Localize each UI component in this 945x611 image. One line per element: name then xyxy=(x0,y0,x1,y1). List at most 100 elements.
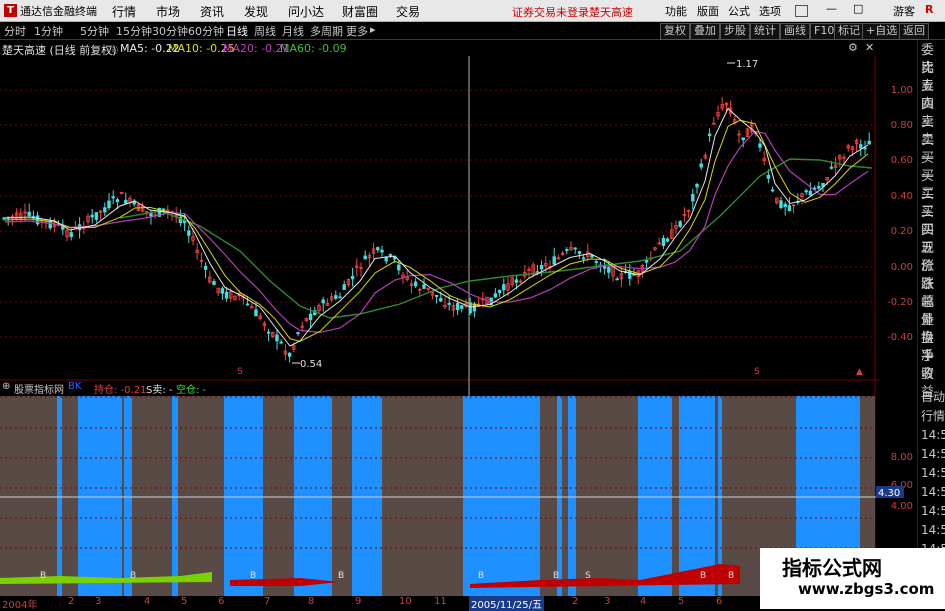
period-tab-weekly[interactable]: 周线 xyxy=(254,23,276,39)
statistics-button[interactable]: 统计 xyxy=(750,23,780,40)
chevron-right-icon[interactable]: ▸ xyxy=(370,23,376,36)
sell-value: S卖: - xyxy=(146,385,173,396)
signal-letter: B xyxy=(130,571,136,581)
mark-button[interactable]: 标记 xyxy=(834,23,864,40)
event-marker-triangle[interactable]: ▲ xyxy=(856,367,863,377)
time-label[interactable]: 14:50 xyxy=(921,502,945,520)
menu-options[interactable]: 选项 xyxy=(759,3,781,19)
candle-body xyxy=(388,254,393,256)
menu-function[interactable]: 功能 xyxy=(665,3,687,19)
date-label: 2 xyxy=(572,596,579,607)
candle-body xyxy=(161,208,166,211)
axis-label: -0.20 xyxy=(887,297,913,308)
candle-body xyxy=(376,247,380,251)
chart-info-bar: 楚天高速 (日线 前复权) ⓘ MA5: -0.22 MA10: -0.25 M… xyxy=(0,40,880,57)
candle-body xyxy=(758,143,762,148)
overlay-button[interactable]: 叠加 xyxy=(690,23,720,40)
candle-body xyxy=(779,200,783,209)
candle-body xyxy=(363,255,367,260)
guest-label[interactable]: 游客 xyxy=(893,3,915,19)
time-label[interactable]: 14:50 xyxy=(921,521,945,539)
candle-body xyxy=(212,281,216,286)
event-marker-s-2[interactable]: S xyxy=(754,367,760,377)
menu-quotes[interactable]: 行情 xyxy=(112,3,136,20)
menu-layout[interactable]: 版面 xyxy=(697,3,719,19)
menu-news[interactable]: 资讯 xyxy=(200,3,224,20)
period-toolbar: 分时 1分钟 5分钟 15分钟 30分钟 60分钟 日线 周线 月线 多周期 更… xyxy=(0,22,945,40)
draw-button[interactable]: 画线 xyxy=(780,23,810,40)
time-label[interactable]: 14:50 xyxy=(921,483,945,501)
candle-body xyxy=(338,296,342,299)
window-mode-icon[interactable] xyxy=(795,5,808,17)
settings-gear-icon[interactable]: ⚙ xyxy=(848,41,858,54)
candle-body xyxy=(859,144,863,149)
candle-body xyxy=(149,212,153,217)
period-tab-30min[interactable]: 30分钟 xyxy=(152,23,188,39)
expand-icon[interactable]: ⊕ xyxy=(2,381,10,392)
r-badge-icon[interactable]: R xyxy=(925,3,933,16)
candle-body xyxy=(124,199,128,204)
maximize-icon[interactable]: □ xyxy=(853,2,863,15)
period-tab-1min[interactable]: 1分钟 xyxy=(34,23,63,39)
buy-band xyxy=(57,396,62,596)
time-label[interactable]: 14:50 xyxy=(921,464,945,482)
signal-letter: S xyxy=(585,571,591,581)
add-favorite-button[interactable]: +自选 xyxy=(862,23,902,40)
signal-letter: B xyxy=(728,571,734,581)
axis-label: 8.00 xyxy=(891,452,913,463)
period-tab-5min[interactable]: 5分钟 xyxy=(80,23,109,39)
candle-body xyxy=(695,184,699,188)
sync-button[interactable]: 步股 xyxy=(720,23,750,40)
kline-chart[interactable]: 1.17 0.54 S S ▲ 1.00 0.80 0.60 0.40 0.20… xyxy=(0,56,917,596)
candle-body xyxy=(434,294,439,297)
menu-trade[interactable]: 交易 xyxy=(396,3,420,20)
menu-market[interactable]: 市场 xyxy=(156,3,180,20)
candle-body xyxy=(275,334,279,342)
menu-ask[interactable]: 问小达 xyxy=(288,3,324,20)
info-circle-icon[interactable]: ⓘ xyxy=(108,42,118,57)
watermark-url: www.zbgs3.com xyxy=(798,580,935,598)
period-tab-daily[interactable]: 日线 xyxy=(226,23,248,39)
quote-side-panel: 委比 卖五 卖四 卖三 卖二 卖一 买一 买二 买三 买四 买五 现价 涨跌 涨幅 总量 外盘 换手 净资 收益 自动… xyxy=(917,40,945,609)
menu-formula[interactable]: 公式 xyxy=(728,3,750,19)
close-icon[interactable]: ✕ xyxy=(865,41,874,54)
event-marker-s[interactable]: S xyxy=(237,367,243,377)
axis-label: 0.80 xyxy=(891,120,913,131)
candle-body xyxy=(863,147,867,150)
empty-value: 空仓: - xyxy=(176,385,207,396)
date-label: 8 xyxy=(308,596,315,607)
candle-body xyxy=(413,281,418,287)
trade-login-link[interactable]: 证券交易未登录 xyxy=(512,4,589,20)
menu-wealth[interactable]: 财富圈 xyxy=(342,3,378,20)
minimize-icon[interactable]: — xyxy=(826,2,837,15)
stock-name-link[interactable]: 楚天高速 xyxy=(589,4,633,20)
candle-body xyxy=(220,288,225,294)
period-tab-multi[interactable]: 多周期 xyxy=(310,23,343,39)
candle-body xyxy=(27,211,31,216)
time-label[interactable]: 行情 xyxy=(921,407,945,425)
time-label[interactable]: 自动 xyxy=(921,388,945,406)
watermark: 指标公式网 www.zbgs3.com xyxy=(760,548,945,609)
candle-body xyxy=(607,267,611,273)
period-tab-60min[interactable]: 60分钟 xyxy=(188,23,224,39)
buy-band xyxy=(224,396,263,596)
date-label: 5 xyxy=(181,596,188,607)
period-tab-15min[interactable]: 15分钟 xyxy=(116,23,152,39)
period-tab-more[interactable]: 更多 xyxy=(346,23,368,39)
indicator-info-bar: ⊕ 股票指标网 BK 持仓: -0.21 S卖: - 空仓: - xyxy=(0,380,880,396)
time-label[interactable]: 14:50 xyxy=(921,426,945,444)
indicator-title[interactable]: 股票指标网 xyxy=(14,381,64,396)
time-label[interactable]: 14:50 xyxy=(921,445,945,463)
candle-body xyxy=(766,174,771,179)
hold-value: 持仓: -0.21 xyxy=(94,385,147,396)
period-tab-intraday[interactable]: 分时 xyxy=(4,23,26,39)
menu-discover[interactable]: 发现 xyxy=(244,3,268,20)
date-label: 11 xyxy=(434,596,447,607)
candle-body xyxy=(321,299,325,304)
adjust-button[interactable]: 复权 xyxy=(660,23,690,40)
candle-body xyxy=(2,217,6,220)
period-tab-monthly[interactable]: 月线 xyxy=(282,23,304,39)
candle-body xyxy=(69,232,73,237)
back-button[interactable]: 返回 xyxy=(899,23,929,40)
candle-body xyxy=(691,194,695,202)
